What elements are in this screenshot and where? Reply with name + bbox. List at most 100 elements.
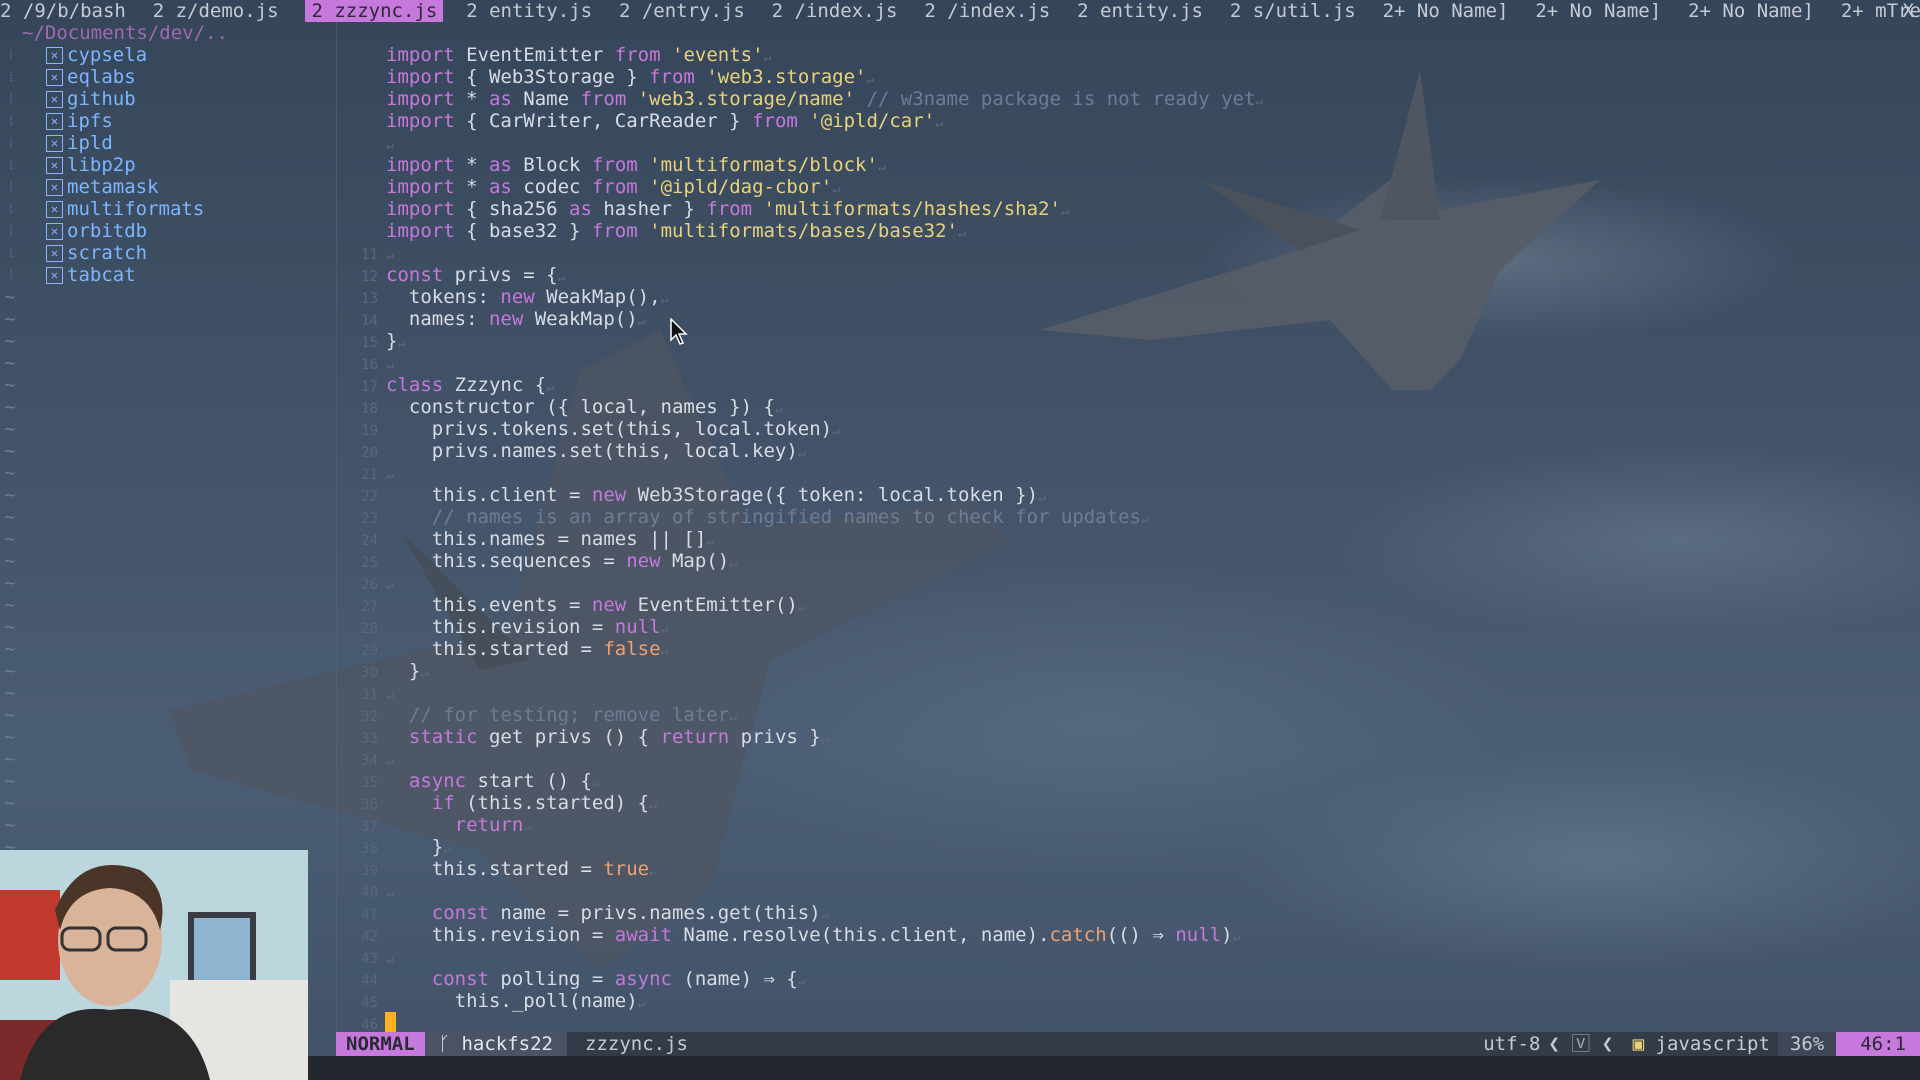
code-line: 23 // names is an array of stringified n… (336, 506, 1920, 528)
tree-item-libp2p[interactable]: ⁞ ✕ libp2p (0, 154, 336, 176)
code-token: this.revision = (386, 924, 615, 946)
tree-cwd[interactable]: ~/Documents/dev/.. (0, 22, 336, 44)
eol-marker: ↵ (443, 842, 452, 857)
empty-line-tilde: ~ (4, 726, 16, 748)
tab-4[interactable]: 2 /entry.js (619, 0, 749, 22)
tree-item-cypsela[interactable]: ⁞ ✕ cypsela (0, 44, 336, 66)
code-token: import (386, 220, 467, 242)
code-token: hasher } (603, 198, 707, 220)
tree-guide: ⁞ (7, 202, 15, 216)
code-line: 20 privs.names.set(this, local.key)↵ (336, 440, 1920, 462)
code-line: import EventEmitter from 'events'↵ (336, 44, 1920, 66)
code-token: from (706, 198, 764, 220)
tree-guide: ⁞ (7, 92, 15, 106)
empty-line-tilde: ~ (4, 396, 16, 418)
code-token: 'web3.storage' (706, 66, 867, 88)
code-token: '@ipld/dag-cbor' (649, 176, 833, 198)
tab-3[interactable]: 2 entity.js (466, 0, 596, 22)
eol-marker: ↵ (386, 138, 394, 153)
eol-marker: ↵ (386, 358, 394, 373)
eol-marker: ↵ (729, 710, 737, 725)
tree-item-github[interactable]: ⁞ ✕ github (0, 88, 336, 110)
eol-marker: ↵ (420, 666, 429, 681)
eol-marker: ↵ (591, 776, 600, 791)
tab-5[interactable]: 2 /index.js (772, 0, 902, 22)
code-token: from (591, 154, 650, 176)
code-token: async (386, 770, 478, 792)
tab-7[interactable]: 2 entity.js (1077, 0, 1207, 22)
code-token: { CarWriter, CarReader } (466, 110, 753, 132)
code-token: from (580, 88, 638, 110)
code-line: 34 ↵ (336, 748, 1920, 770)
code-line: 45 this._poll(name)↵ (336, 990, 1920, 1012)
code-line: 15}↵ (336, 330, 1920, 352)
tab-0[interactable]: 2 /9/b/bash (0, 0, 130, 22)
tabline-close-button[interactable]: X (1903, 0, 1914, 22)
tree-guide: ⁞ (7, 180, 15, 194)
code-line: 14 names: new WeakMap()↵ (336, 308, 1920, 330)
tree-item-label: github (67, 88, 136, 110)
tree-item-eqlabs[interactable]: ⁞ ✕ eqlabs (0, 66, 336, 88)
tab-10[interactable]: 2+ No Name] (1535, 0, 1665, 22)
empty-line-tilde: ~ (4, 638, 16, 660)
code-editor[interactable]: import EventEmitter from 'events'↵ import… (336, 44, 1920, 1034)
tree-item-multiformats[interactable]: ⁞ ✕ multiformats (0, 198, 336, 220)
code-token: 'multiformats/block' (649, 154, 878, 176)
line-number: 45 (361, 995, 378, 1011)
code-token: import (386, 176, 467, 198)
code-token: EventEmitter() (637, 594, 798, 616)
filetype: ▣ javascript (1632, 1033, 1770, 1055)
code-token: WeakMap(), (546, 286, 661, 308)
code-token: from (591, 176, 650, 198)
tree-item-ipld[interactable]: ⁞ ✕ ipld (0, 132, 336, 154)
line-number: 24 (361, 533, 378, 549)
code-token: true (603, 858, 650, 880)
code-line: 18 constructor ({ local, names }) {↵ (336, 396, 1920, 418)
empty-line-tilde: ~ (4, 704, 16, 726)
tree-item-ipfs[interactable]: ⁞ ✕ ipfs (0, 110, 336, 132)
empty-line-tilde: ~ (4, 594, 16, 616)
line-number: 19 (361, 423, 378, 439)
empty-line-tilde: ~ (4, 330, 16, 352)
code-token: (this.started) { (466, 792, 650, 814)
line-number: 26 (361, 577, 378, 593)
code-token: privs.tokens.set(this, local.token) (386, 418, 833, 440)
code-line: 27 this.events = new EventEmitter()↵ (336, 594, 1920, 616)
line-number: 40 (361, 885, 378, 901)
tree-item-orbitdb[interactable]: ⁞ ✕ orbitdb (0, 220, 336, 242)
eol-marker: ↵ (797, 974, 806, 989)
eol-marker: ↵ (820, 908, 829, 923)
code-token: Web3Storage({ token: local.token }) (637, 484, 1039, 506)
tab-11[interactable]: 2+ No Name] (1688, 0, 1818, 22)
checkbox-icon: ✕ (46, 112, 63, 130)
tree-item-tabcat[interactable]: ⁞ ✕ tabcat (0, 264, 336, 286)
tree-item-metamask[interactable]: ⁞ ✕ metamask (0, 176, 336, 198)
mode-indicator: NORMAL (336, 1032, 425, 1056)
line-number: 11 (361, 247, 378, 263)
line-number: 41 (361, 907, 378, 923)
code-token: null (1175, 924, 1222, 946)
separator-icon: ❮ (1548, 1033, 1572, 1055)
tab-6[interactable]: 2 /index.js (924, 0, 1054, 22)
tree-item-scratch[interactable]: ⁞ ✕ scratch (0, 242, 336, 264)
eol-marker: ↵ (774, 402, 783, 417)
eol-marker: ↵ (386, 952, 394, 967)
tab-1[interactable]: 2 z/demo.js (153, 0, 283, 22)
checkbox-icon: ✕ (46, 200, 63, 218)
line-number: 35 (361, 775, 378, 791)
eol-marker: ↵ (546, 380, 554, 395)
checkbox-icon: ✕ (46, 90, 63, 108)
tab-8[interactable]: 2 s/util.js (1230, 0, 1360, 22)
tab-2[interactable]: 2 zzzync.js (305, 0, 444, 22)
tab-9[interactable]: 2+ No Name] (1383, 0, 1513, 22)
status-filename: zzzync.js (585, 1033, 688, 1055)
eol-marker: ↵ (386, 578, 394, 593)
code-token: 'multiformats/hashes/sha2' (763, 198, 1061, 220)
code-line: 31 ↵ (336, 682, 1920, 704)
code-token: EventEmitter (466, 44, 615, 66)
line-number: 14 (361, 313, 378, 329)
code-token: Name.resolve(this.client, name). (683, 924, 1050, 946)
code-line: 32 // for testing; remove later↵ (336, 704, 1920, 726)
code-token: import (386, 110, 467, 132)
eol-marker: ↵ (660, 622, 669, 637)
